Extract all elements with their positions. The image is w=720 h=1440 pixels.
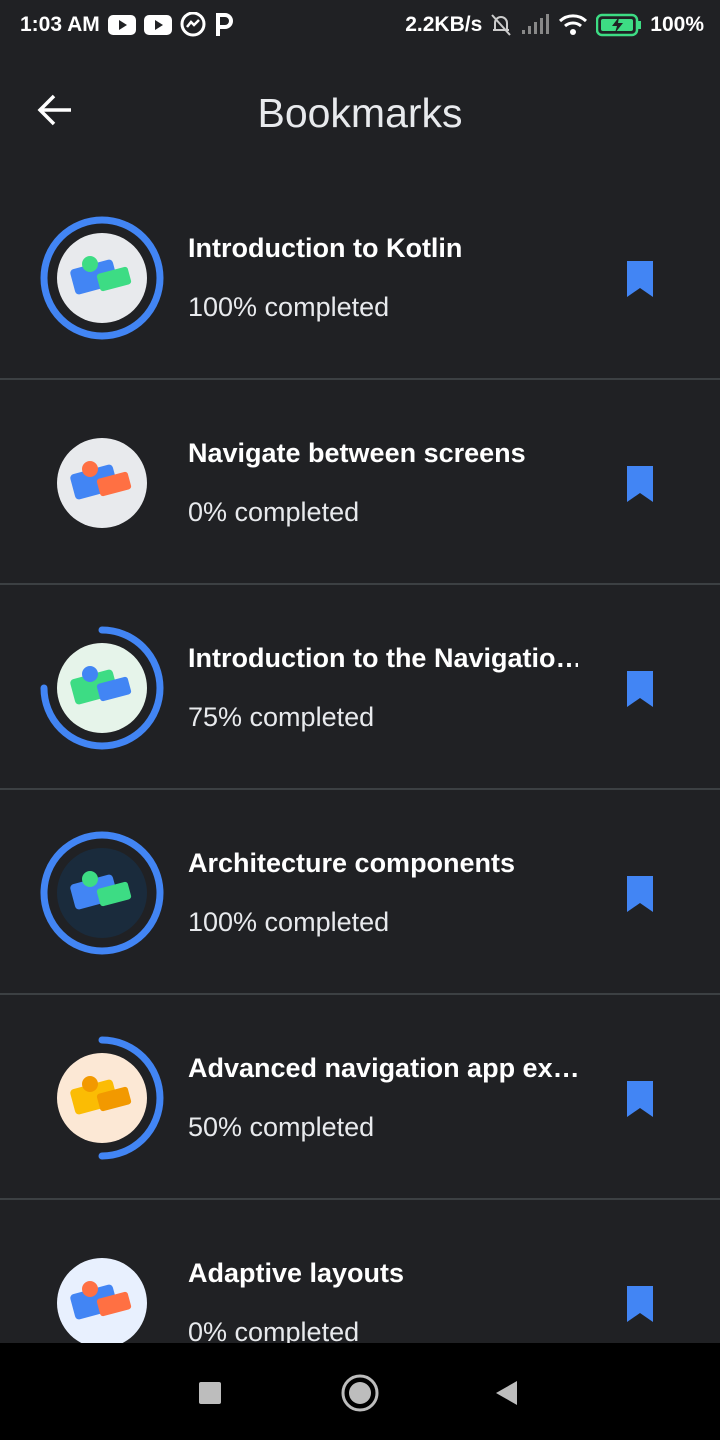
- bookmark-title: Introduction to Kotlin: [188, 233, 463, 263]
- status-time: 1:03 AM: [20, 13, 100, 36]
- home-circle-icon: [341, 1374, 379, 1412]
- bookmark-title: Navigate between screens: [188, 438, 526, 468]
- app-bar: Bookmarks: [0, 60, 720, 170]
- bookmark-progress: 50% completed: [188, 1112, 375, 1142]
- battery-charging-icon: [596, 13, 642, 37]
- bookmark-title: Architecture components: [188, 848, 516, 878]
- course-progress-ring: [57, 438, 147, 528]
- wifi-icon: [558, 13, 588, 37]
- nav-back-button[interactable]: [484, 1371, 528, 1415]
- bookmark-icon[interactable]: [622, 669, 658, 709]
- system-nav-bar: [0, 1343, 720, 1440]
- course-progress-ring: [40, 626, 164, 750]
- youtube-icon: [107, 14, 136, 36]
- bookmark-item[interactable]: Architecture components 100% completed: [0, 790, 720, 995]
- bookmark-title: Adaptive layouts: [188, 1258, 405, 1288]
- bookmark-icon[interactable]: [622, 1079, 658, 1119]
- bookmark-title: Advanced navigation app ex…: [188, 1053, 578, 1083]
- course-progress-ring: [57, 1036, 164, 1160]
- bookmark-title: Introduction to the Navigatio…: [188, 643, 578, 673]
- bookmark-item[interactable]: Advanced navigation app ex… 50% complete…: [0, 995, 720, 1200]
- back-triangle-icon: [496, 1381, 517, 1405]
- home-button[interactable]: [338, 1371, 382, 1415]
- bookmark-item[interactable]: Introduction to the Navigatio… 75% compl…: [0, 585, 720, 790]
- bookmark-icon[interactable]: [622, 1284, 658, 1324]
- bookmark-item[interactable]: Introduction to Kotlin 100% completed: [0, 175, 720, 380]
- p-icon: [214, 12, 234, 38]
- bookmark-progress: 75% completed: [188, 702, 375, 732]
- page-title: Bookmarks: [257, 90, 463, 136]
- bookmarks-list[interactable]: Introduction to Kotlin 100% completed Na…: [0, 175, 720, 1343]
- bell-off-icon: [490, 13, 512, 37]
- bookmark-icon[interactable]: [622, 259, 658, 299]
- status-net-speed: 2.2KB/s: [405, 13, 483, 36]
- bookmark-progress: 100% completed: [188, 907, 390, 937]
- course-progress-ring: [40, 831, 164, 955]
- bookmark-icon[interactable]: [622, 874, 658, 914]
- messenger-icon: [180, 12, 206, 38]
- bookmark-item[interactable]: Adaptive layouts 0% completed: [0, 1200, 720, 1343]
- status-bar: 1:03 AM 2.2KB/s 100%: [0, 0, 720, 50]
- bookmark-progress: 0% completed: [188, 497, 360, 527]
- status-battery: 100%: [650, 13, 704, 36]
- recents-square-icon: [199, 1382, 221, 1404]
- bookmark-item[interactable]: Navigate between screens 0% completed: [0, 380, 720, 585]
- course-progress-ring: [40, 216, 164, 340]
- youtube-icon: [143, 14, 172, 36]
- course-progress-ring: [57, 1258, 147, 1343]
- recents-button[interactable]: [188, 1371, 232, 1415]
- bookmark-progress: 0% completed: [188, 1317, 360, 1343]
- status-right: 2.2KB/s 100%: [405, 13, 704, 37]
- status-left: 1:03 AM: [20, 12, 234, 38]
- bookmark-icon[interactable]: [622, 464, 658, 504]
- signal-icon: [520, 14, 550, 36]
- bookmark-progress: 100% completed: [188, 292, 390, 322]
